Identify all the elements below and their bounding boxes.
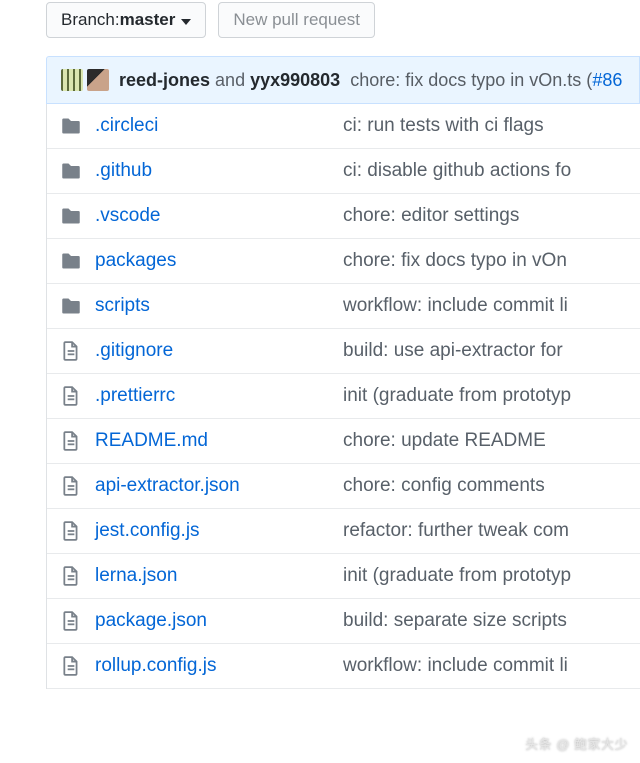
branch-prefix-label: Branch:: [61, 10, 120, 30]
commit-message-link[interactable]: init (graduate from prototyp: [343, 385, 626, 407]
file-name-cell: README.md: [61, 430, 329, 452]
file-icon: [61, 341, 81, 361]
avatar-icon: [87, 69, 109, 91]
file-name-cell: api-extractor.json: [61, 475, 329, 497]
file-link[interactable]: lerna.json: [95, 565, 177, 587]
file-link[interactable]: .vscode: [95, 205, 160, 227]
file-link[interactable]: package.json: [95, 610, 207, 632]
commit-message-link[interactable]: chore: config comments: [343, 475, 626, 497]
folder-icon: [61, 161, 81, 181]
file-name-cell: package.json: [61, 610, 329, 632]
file-link[interactable]: .prettierrc: [95, 385, 175, 407]
file-row: .circleci ci: run tests with ci flags: [47, 104, 640, 149]
file-row: .github ci: disable github actions fo: [47, 149, 640, 194]
folder-icon: [61, 251, 81, 271]
file-icon: [61, 566, 81, 586]
file-list: .circleci ci: run tests with ci flags .git…: [46, 104, 640, 689]
file-icon: [61, 521, 81, 541]
file-row: scripts workflow: include commit li: [47, 284, 640, 329]
commit-message: chore: fix docs typo in vOn.ts (#86: [350, 70, 622, 91]
file-link[interactable]: README.md: [95, 430, 208, 452]
author-separator: and: [215, 70, 250, 90]
file-row: package.json build: separate size scripts: [47, 599, 640, 644]
commit-message-link[interactable]: workflow: include commit li: [343, 295, 626, 317]
file-link[interactable]: .circleci: [95, 115, 158, 137]
file-link[interactable]: .gitignore: [95, 340, 173, 362]
file-icon: [61, 476, 81, 496]
file-row: .vscode chore: editor settings: [47, 194, 640, 239]
file-link[interactable]: packages: [95, 250, 176, 272]
file-row: api-extractor.json chore: config comments: [47, 464, 640, 509]
file-name-cell: jest.config.js: [61, 520, 329, 542]
file-row: packages chore: fix docs typo in vOn: [47, 239, 640, 284]
file-link[interactable]: scripts: [95, 295, 150, 317]
branch-name-label: master: [120, 10, 176, 30]
commit-message-link[interactable]: ci: run tests with ci flags: [343, 115, 626, 137]
file-link[interactable]: rollup.config.js: [95, 655, 216, 677]
folder-icon: [61, 296, 81, 316]
author-2: yyx990803: [250, 70, 340, 90]
file-name-cell: .prettierrc: [61, 385, 329, 407]
folder-icon: [61, 206, 81, 226]
new-pull-request-button[interactable]: New pull request: [218, 2, 375, 38]
branch-select-button[interactable]: Branch: master: [46, 2, 206, 38]
file-icon: [61, 611, 81, 631]
file-row: .prettierrc init (graduate from prototyp: [47, 374, 640, 419]
file-name-cell: rollup.config.js: [61, 655, 329, 677]
commit-message-link[interactable]: build: separate size scripts: [343, 610, 626, 632]
file-row: rollup.config.js workflow: include commit…: [47, 644, 640, 689]
file-row: jest.config.js refactor: further tweak co…: [47, 509, 640, 554]
commit-author-line: reed-jones and yyx990803: [119, 70, 340, 91]
file-name-cell: .gitignore: [61, 340, 329, 362]
commit-message-link[interactable]: ci: disable github actions fo: [343, 160, 626, 182]
file-name-cell: scripts: [61, 295, 329, 317]
file-name-cell: .github: [61, 160, 329, 182]
file-row: lerna.json init (graduate from prototyp: [47, 554, 640, 599]
commit-message-link[interactable]: chore: editor settings: [343, 205, 626, 227]
caret-down-icon: [181, 10, 191, 30]
commit-message-link[interactable]: workflow: include commit li: [343, 655, 626, 677]
file-link[interactable]: jest.config.js: [95, 520, 200, 542]
file-name-cell: packages: [61, 250, 329, 272]
commit-message-link[interactable]: build: use api-extractor for: [343, 340, 626, 362]
author-avatars: [61, 69, 109, 91]
latest-commit-bar[interactable]: reed-jones and yyx990803 chore: fix docs…: [46, 56, 640, 104]
new-pr-label: New pull request: [233, 10, 360, 30]
file-row: .gitignore build: use api-extractor for: [47, 329, 640, 374]
file-name-cell: .vscode: [61, 205, 329, 227]
commit-message-link[interactable]: init (graduate from prototyp: [343, 565, 626, 587]
repo-toolbar: Branch: master New pull request: [46, 0, 640, 56]
file-name-cell: .circleci: [61, 115, 329, 137]
file-link[interactable]: .github: [95, 160, 152, 182]
file-link[interactable]: api-extractor.json: [95, 475, 240, 497]
file-icon: [61, 386, 81, 406]
avatar-icon: [61, 69, 83, 91]
author-1: reed-jones: [119, 70, 210, 90]
commit-message-link[interactable]: refactor: further tweak com: [343, 520, 626, 542]
commit-message-link[interactable]: chore: fix docs typo in vOn: [343, 250, 626, 272]
file-row: README.md chore: update README: [47, 419, 640, 464]
file-icon: [61, 656, 81, 676]
file-name-cell: lerna.json: [61, 565, 329, 587]
file-icon: [61, 431, 81, 451]
pr-reference-link[interactable]: #86: [592, 70, 622, 90]
folder-icon: [61, 116, 81, 136]
watermark-text: 头条 @ 鲍家大少: [525, 734, 628, 753]
commit-message-link[interactable]: chore: update README: [343, 430, 626, 452]
